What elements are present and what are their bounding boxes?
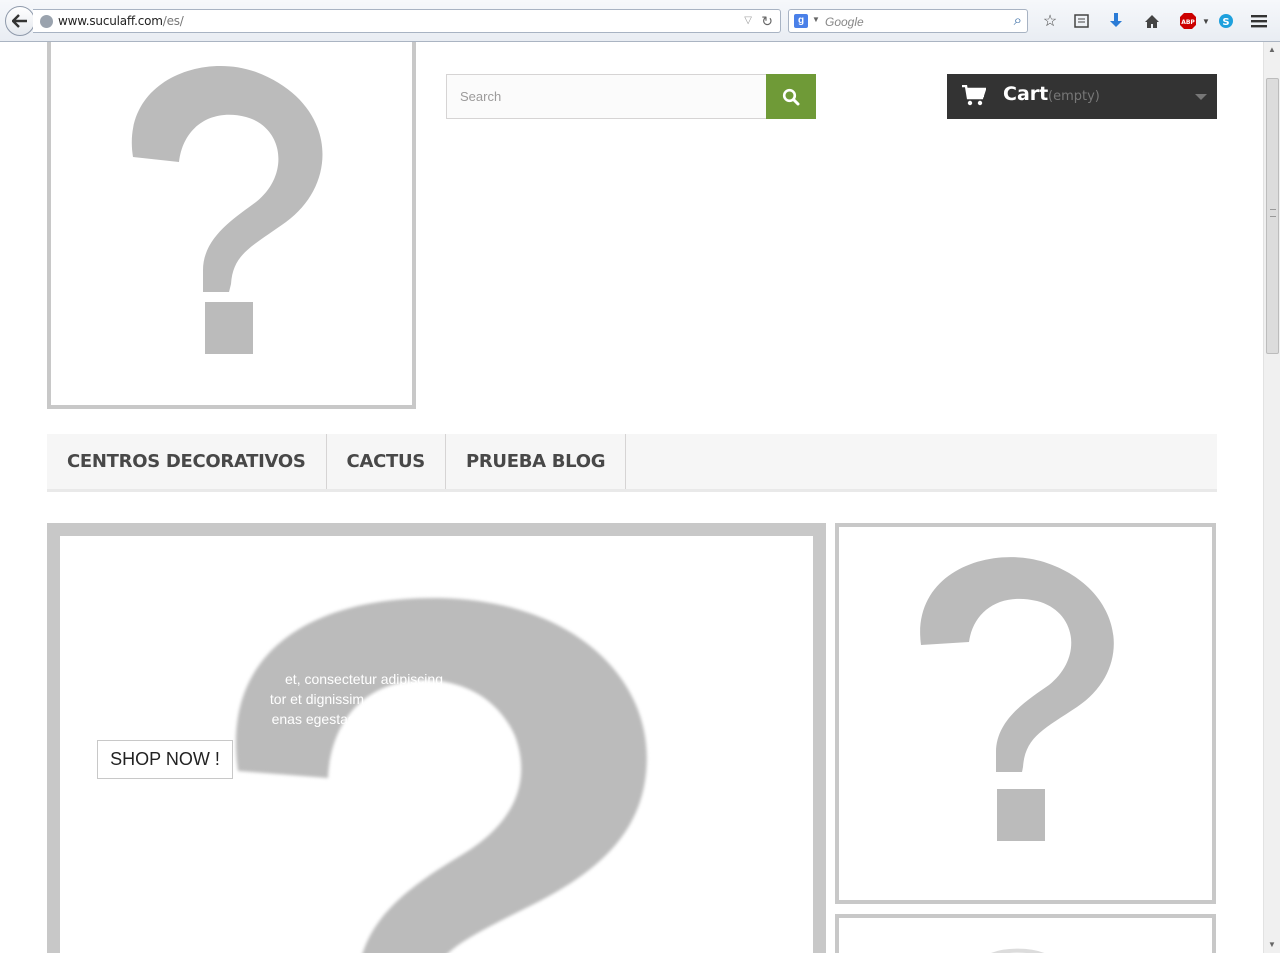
- browser-toolbar: www.suculaff.com/es/ ▽ ↻ g ▼ Google ⌕ ☆ …: [0, 0, 1280, 42]
- url-path: /es/: [162, 14, 184, 28]
- back-button[interactable]: [5, 6, 35, 36]
- menu-item-prueba-blog[interactable]: PRUEBA BLOG: [446, 434, 627, 489]
- browser-search-bar[interactable]: g ▼ Google ⌕: [788, 9, 1028, 33]
- side-banner-2[interactable]: [835, 914, 1216, 953]
- scroll-up-icon[interactable]: ▲: [1264, 42, 1280, 58]
- site-search-button[interactable]: [766, 74, 816, 119]
- browser-search-placeholder: Google: [825, 15, 864, 29]
- main-menu: CENTROS DECORATIVOS CACTUS PRUEBA BLOG: [47, 434, 1217, 492]
- cart-label: Cart: [1003, 83, 1049, 105]
- homepage-slider[interactable]: et, consectetur adipiscing tor et dignis…: [47, 523, 826, 953]
- home-icon[interactable]: [1142, 11, 1162, 31]
- missing-image-icon: [131, 65, 323, 354]
- site-search: [446, 74, 816, 119]
- url-dropdown-icon[interactable]: ▽: [744, 15, 752, 26]
- reload-icon[interactable]: ↻: [761, 13, 773, 30]
- menu-item-cactus[interactable]: CACTUS: [327, 434, 446, 489]
- search-icon: [782, 88, 800, 105]
- adblock-caret-icon[interactable]: ▼: [1196, 11, 1216, 31]
- vertical-scrollbar[interactable]: ▲ ▼: [1263, 42, 1280, 953]
- scroll-down-icon[interactable]: ▼: [1264, 937, 1280, 953]
- magnifier-icon[interactable]: ⌕: [1014, 12, 1022, 29]
- shop-now-button[interactable]: SHOP NOW !: [97, 740, 233, 779]
- caption-line: et, consectetur adipiscing: [285, 671, 443, 687]
- web-page: Cart (empty) CENTROS DECORATIVOS CACTUS …: [0, 42, 1263, 953]
- scroll-thumb[interactable]: [1266, 78, 1279, 354]
- svg-text:S: S: [1222, 17, 1229, 28]
- site-logo-placeholder[interactable]: [47, 42, 416, 409]
- menu-hamburger-icon[interactable]: [1249, 11, 1269, 31]
- url-host: www.suculaff.com: [58, 14, 163, 28]
- missing-image-icon: [920, 557, 1114, 841]
- url-bar[interactable]: www.suculaff.com/es/ ▽ ↻: [33, 9, 781, 33]
- cart-status: (empty): [1048, 89, 1100, 104]
- missing-image-icon: [991, 948, 1045, 953]
- shopping-cart-icon: [962, 85, 986, 106]
- caption-line: tor et dignissim. Quisque: [269, 691, 424, 707]
- engine-caret-icon[interactable]: ▼: [812, 15, 820, 24]
- site-search-input[interactable]: [446, 74, 767, 119]
- cart-dropdown-icon[interactable]: [1195, 94, 1207, 100]
- url-text: www.suculaff.com/es/: [58, 14, 184, 28]
- skype-icon[interactable]: S: [1216, 11, 1236, 31]
- google-engine-icon[interactable]: g: [794, 14, 808, 28]
- download-icon[interactable]: [1106, 11, 1126, 31]
- svg-text:ABP: ABP: [1181, 19, 1195, 26]
- bookmark-star-icon[interactable]: ☆: [1040, 11, 1060, 31]
- side-banner-1[interactable]: [835, 523, 1216, 904]
- bookmarks-list-icon[interactable]: [1071, 11, 1091, 31]
- thumb-grip: [1270, 209, 1276, 217]
- caption-line: enas egestas sem elit: [271, 711, 407, 727]
- slide-caption: et, consectetur adipiscing tor et dignis…: [60, 669, 443, 729]
- menu-item-centros-decorativos[interactable]: CENTROS DECORATIVOS: [47, 434, 327, 489]
- adblock-icon[interactable]: ABP: [1178, 11, 1198, 31]
- globe-icon: [40, 15, 53, 28]
- back-arrow-icon: [12, 14, 27, 28]
- cart-block[interactable]: Cart (empty): [947, 74, 1217, 119]
